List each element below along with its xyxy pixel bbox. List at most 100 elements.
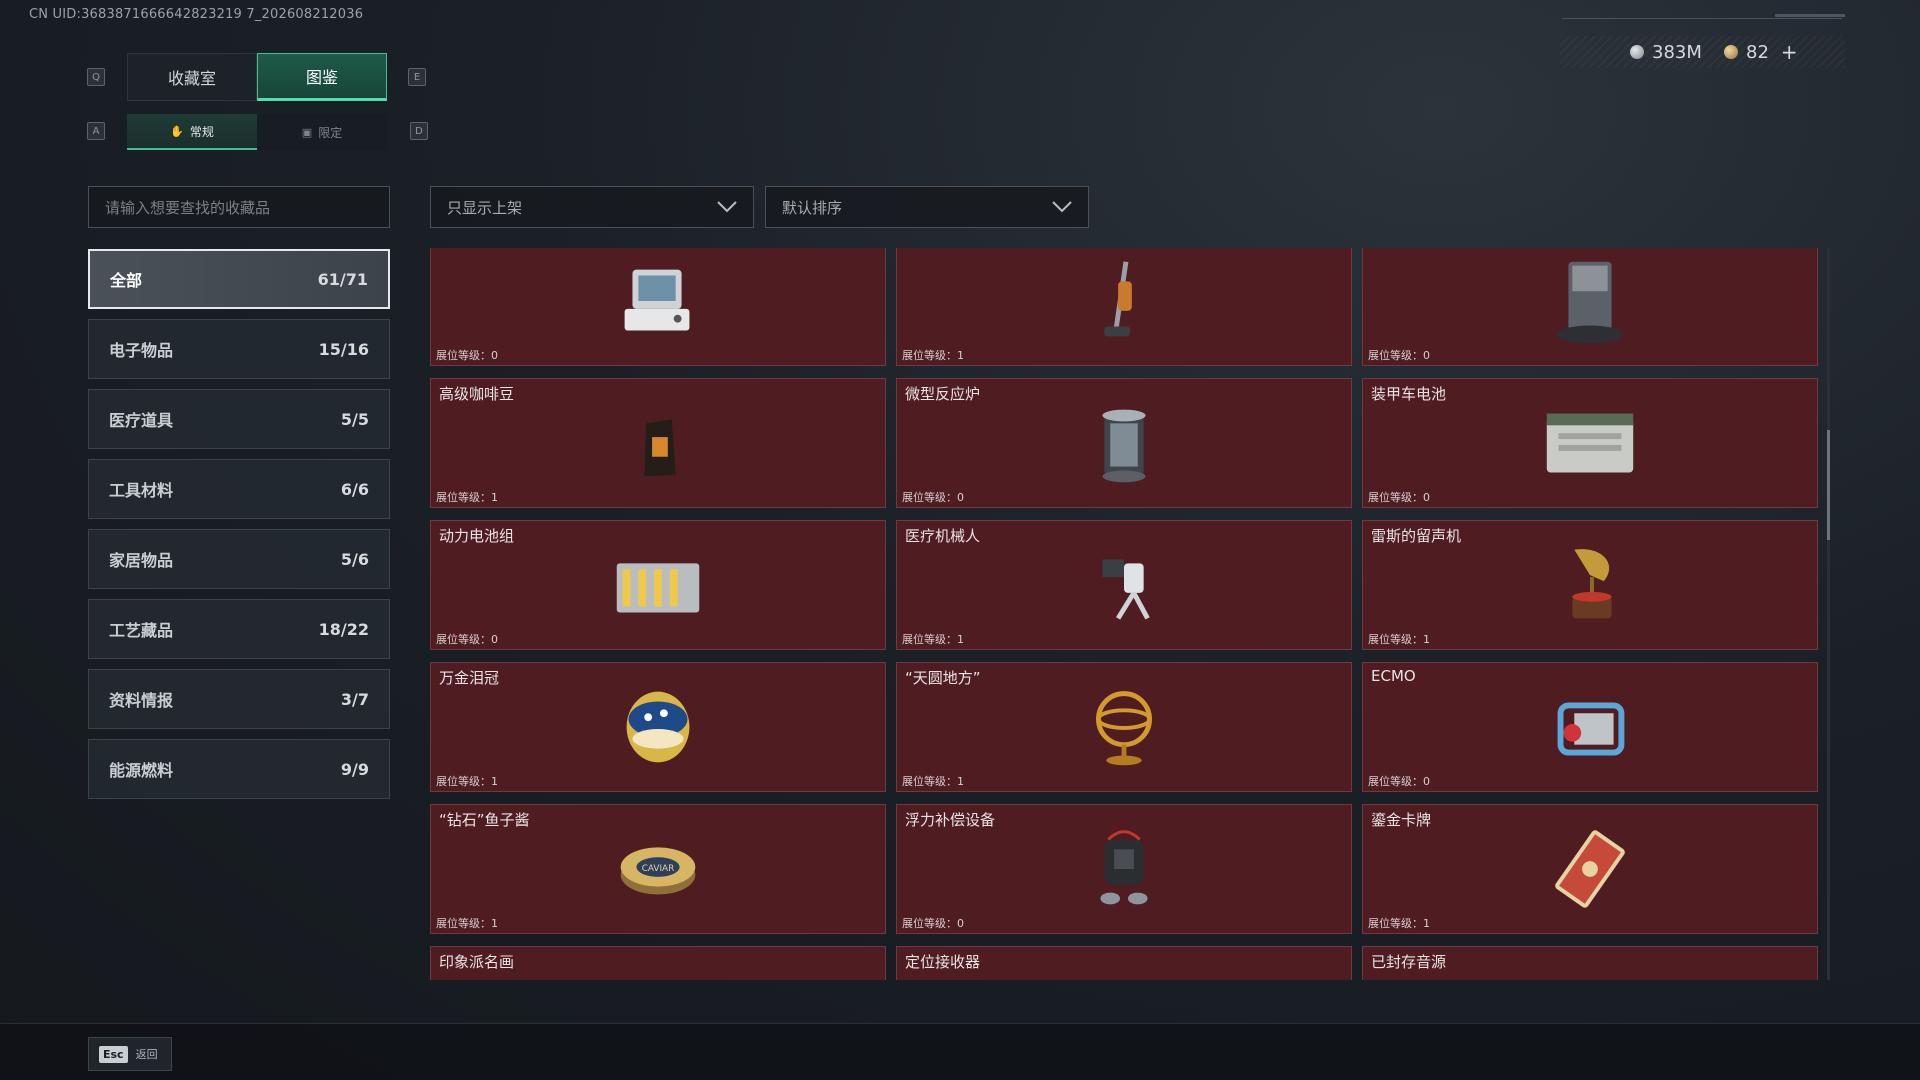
- item-card[interactable]: 展位等级：1: [896, 248, 1352, 366]
- item-level: 展位等级：0: [1368, 773, 1430, 789]
- item-level: 展位等级：1: [1368, 631, 1430, 647]
- hand-icon: ✋: [170, 124, 184, 138]
- item-level-label: 展位等级：: [902, 491, 957, 504]
- item-level-label: 展位等级：: [436, 775, 491, 788]
- item-level-value: 1: [1423, 917, 1430, 930]
- item-level-label: 展位等级：: [436, 633, 491, 646]
- sort-dropdown[interactable]: 默认排序: [765, 186, 1089, 228]
- item-card[interactable]: 装甲车电池 展位等级：0: [1362, 378, 1818, 508]
- item-level-value: 1: [957, 633, 964, 646]
- back-button[interactable]: Esc 返回: [88, 1037, 172, 1071]
- category-count: 61/71: [317, 269, 368, 289]
- reactor-icon: [1102, 409, 1146, 483]
- item-level: 展位等级：0: [902, 489, 964, 505]
- item-card[interactable]: 高级咖啡豆 展位等级：1: [430, 378, 886, 508]
- category-fuel[interactable]: 能源燃料 9/9: [88, 739, 390, 799]
- item-card[interactable]: 印象派名画: [430, 946, 886, 980]
- category-intel[interactable]: 资料情报 3/7: [88, 669, 390, 729]
- category-label: 能源燃料: [109, 761, 174, 780]
- search-input[interactable]: 请输入想要查找的收藏品: [88, 186, 390, 228]
- top-divider: [1562, 18, 1842, 19]
- item-level-value: 0: [957, 491, 964, 504]
- item-name: “天圆地方”: [905, 669, 981, 687]
- framed-painting-icon: [603, 961, 713, 980]
- item-level-label: 展位等级：: [902, 633, 957, 646]
- item-level-label: 展位等级：: [902, 917, 957, 930]
- item-card[interactable]: 浮力补偿设备 展位等级：0: [896, 804, 1352, 934]
- svg-text:CAVIAR: CAVIAR: [642, 864, 674, 874]
- item-level-label: 展位等级：: [902, 349, 957, 362]
- item-level-label: 展位等级：: [1368, 917, 1423, 930]
- jeweled-egg-icon: [626, 691, 690, 763]
- chevron-down-icon: [1052, 201, 1072, 213]
- item-level: 展位等级：1: [902, 773, 964, 789]
- item-level-value: 0: [1423, 491, 1430, 504]
- item-name: ECMO: [1371, 667, 1416, 685]
- image-icon: ▣: [301, 125, 313, 139]
- gold-currency[interactable]: 82 +: [1724, 40, 1798, 64]
- category-count: 9/9: [340, 759, 369, 779]
- item-card[interactable]: “天圆地方” 展位等级：1: [896, 662, 1352, 792]
- item-level: 展位等级：0: [1368, 347, 1430, 363]
- sort-value: 默认排序: [782, 198, 843, 217]
- item-card[interactable]: 医疗机械人展位等级：1: [896, 520, 1352, 650]
- main-tabs: 收藏室 图鉴: [127, 53, 387, 101]
- category-medical[interactable]: 医疗道具 5/5: [88, 389, 390, 449]
- category-label: 家居物品: [109, 551, 174, 570]
- sub-tabs: ✋ 常规 ▣ 限定: [127, 114, 387, 150]
- item-level-value: 0: [491, 349, 498, 362]
- tab-collection-room[interactable]: 收藏室: [127, 53, 257, 101]
- tab-codex[interactable]: 图鉴: [257, 53, 387, 101]
- item-card[interactable]: 微型反应炉 展位等级：0: [896, 378, 1352, 508]
- item-card[interactable]: “钻石”鱼子酱 CAVIAR 展位等级：1: [430, 804, 886, 934]
- category-label: 全部: [110, 271, 143, 290]
- item-card[interactable]: 定位接收器: [896, 946, 1352, 980]
- scrollbar-thumb[interactable]: [1827, 430, 1830, 540]
- bottom-bar: [0, 1023, 1920, 1080]
- coffee-bag-icon: [644, 419, 676, 477]
- item-card[interactable]: 万金泪冠 展位等级：1: [430, 662, 886, 792]
- category-label: 医疗道具: [109, 411, 174, 430]
- add-currency-icon[interactable]: +: [1781, 40, 1798, 64]
- subtab-regular[interactable]: ✋ 常规: [127, 114, 257, 150]
- item-level-label: 展位等级：: [1368, 349, 1423, 362]
- back-label: 返回: [135, 1048, 158, 1061]
- item-name: 动力电池组: [439, 527, 515, 545]
- locator-receiver-icon: [1069, 961, 1179, 980]
- subtab-limited[interactable]: ▣ 限定: [257, 114, 387, 150]
- item-level-label: 展位等级：: [436, 349, 491, 362]
- item-name: 医疗机械人: [905, 527, 981, 545]
- item-card[interactable]: 动力电池组展位等级：0: [430, 520, 886, 650]
- category-electronics[interactable]: 电子物品 15/16: [88, 319, 390, 379]
- item-card[interactable]: 鎏金卡牌 展位等级：1: [1362, 804, 1818, 934]
- uid-text: CN UID:3683871666642823219 7_20260821203…: [29, 7, 364, 22]
- category-count: 5/5: [340, 409, 369, 429]
- shelf-filter-dropdown[interactable]: 只显示上架: [430, 186, 754, 228]
- item-card[interactable]: 已封存音源: [1362, 946, 1818, 980]
- silver-coin-icon: [1630, 45, 1644, 59]
- silver-currency: 383M: [1630, 40, 1702, 64]
- category-all[interactable]: 全部 61/71: [88, 249, 390, 309]
- item-level-label: 展位等级：: [436, 491, 491, 504]
- vehicle-battery-icon: [1546, 413, 1634, 473]
- item-name: 印象派名画: [439, 953, 515, 971]
- category-tools[interactable]: 工具材料 6/6: [88, 459, 390, 519]
- item-card[interactable]: 雷斯的留声机 展位等级：1: [1362, 520, 1818, 650]
- category-home[interactable]: 家居物品 5/6: [88, 529, 390, 589]
- item-name: 定位接收器: [905, 953, 981, 971]
- item-level-value: 1: [491, 917, 498, 930]
- item-level: 展位等级：1: [1368, 915, 1430, 931]
- item-card[interactable]: 展位等级：0: [430, 248, 886, 366]
- item-level: 展位等级：1: [436, 915, 498, 931]
- item-name: “钻石”鱼子酱: [439, 811, 530, 829]
- category-label: 工艺藏品: [109, 621, 174, 640]
- key-d-hint: D: [410, 122, 428, 140]
- scrollbar-track[interactable]: [1827, 248, 1830, 980]
- item-grid: 展位等级：0 展位等级：1 展位等级：0 高级咖啡豆 展位等级：1 微型反应炉 展位等级：0…: [430, 248, 1820, 980]
- item-name: 万金泪冠: [439, 669, 500, 687]
- gramophone-icon: [1572, 549, 1612, 619]
- item-level-value: 0: [491, 633, 498, 646]
- item-card[interactable]: ECMO 展位等级：0: [1362, 662, 1818, 792]
- category-crafts[interactable]: 工艺藏品 18/22: [88, 599, 390, 659]
- item-card[interactable]: 展位等级：0: [1362, 248, 1818, 366]
